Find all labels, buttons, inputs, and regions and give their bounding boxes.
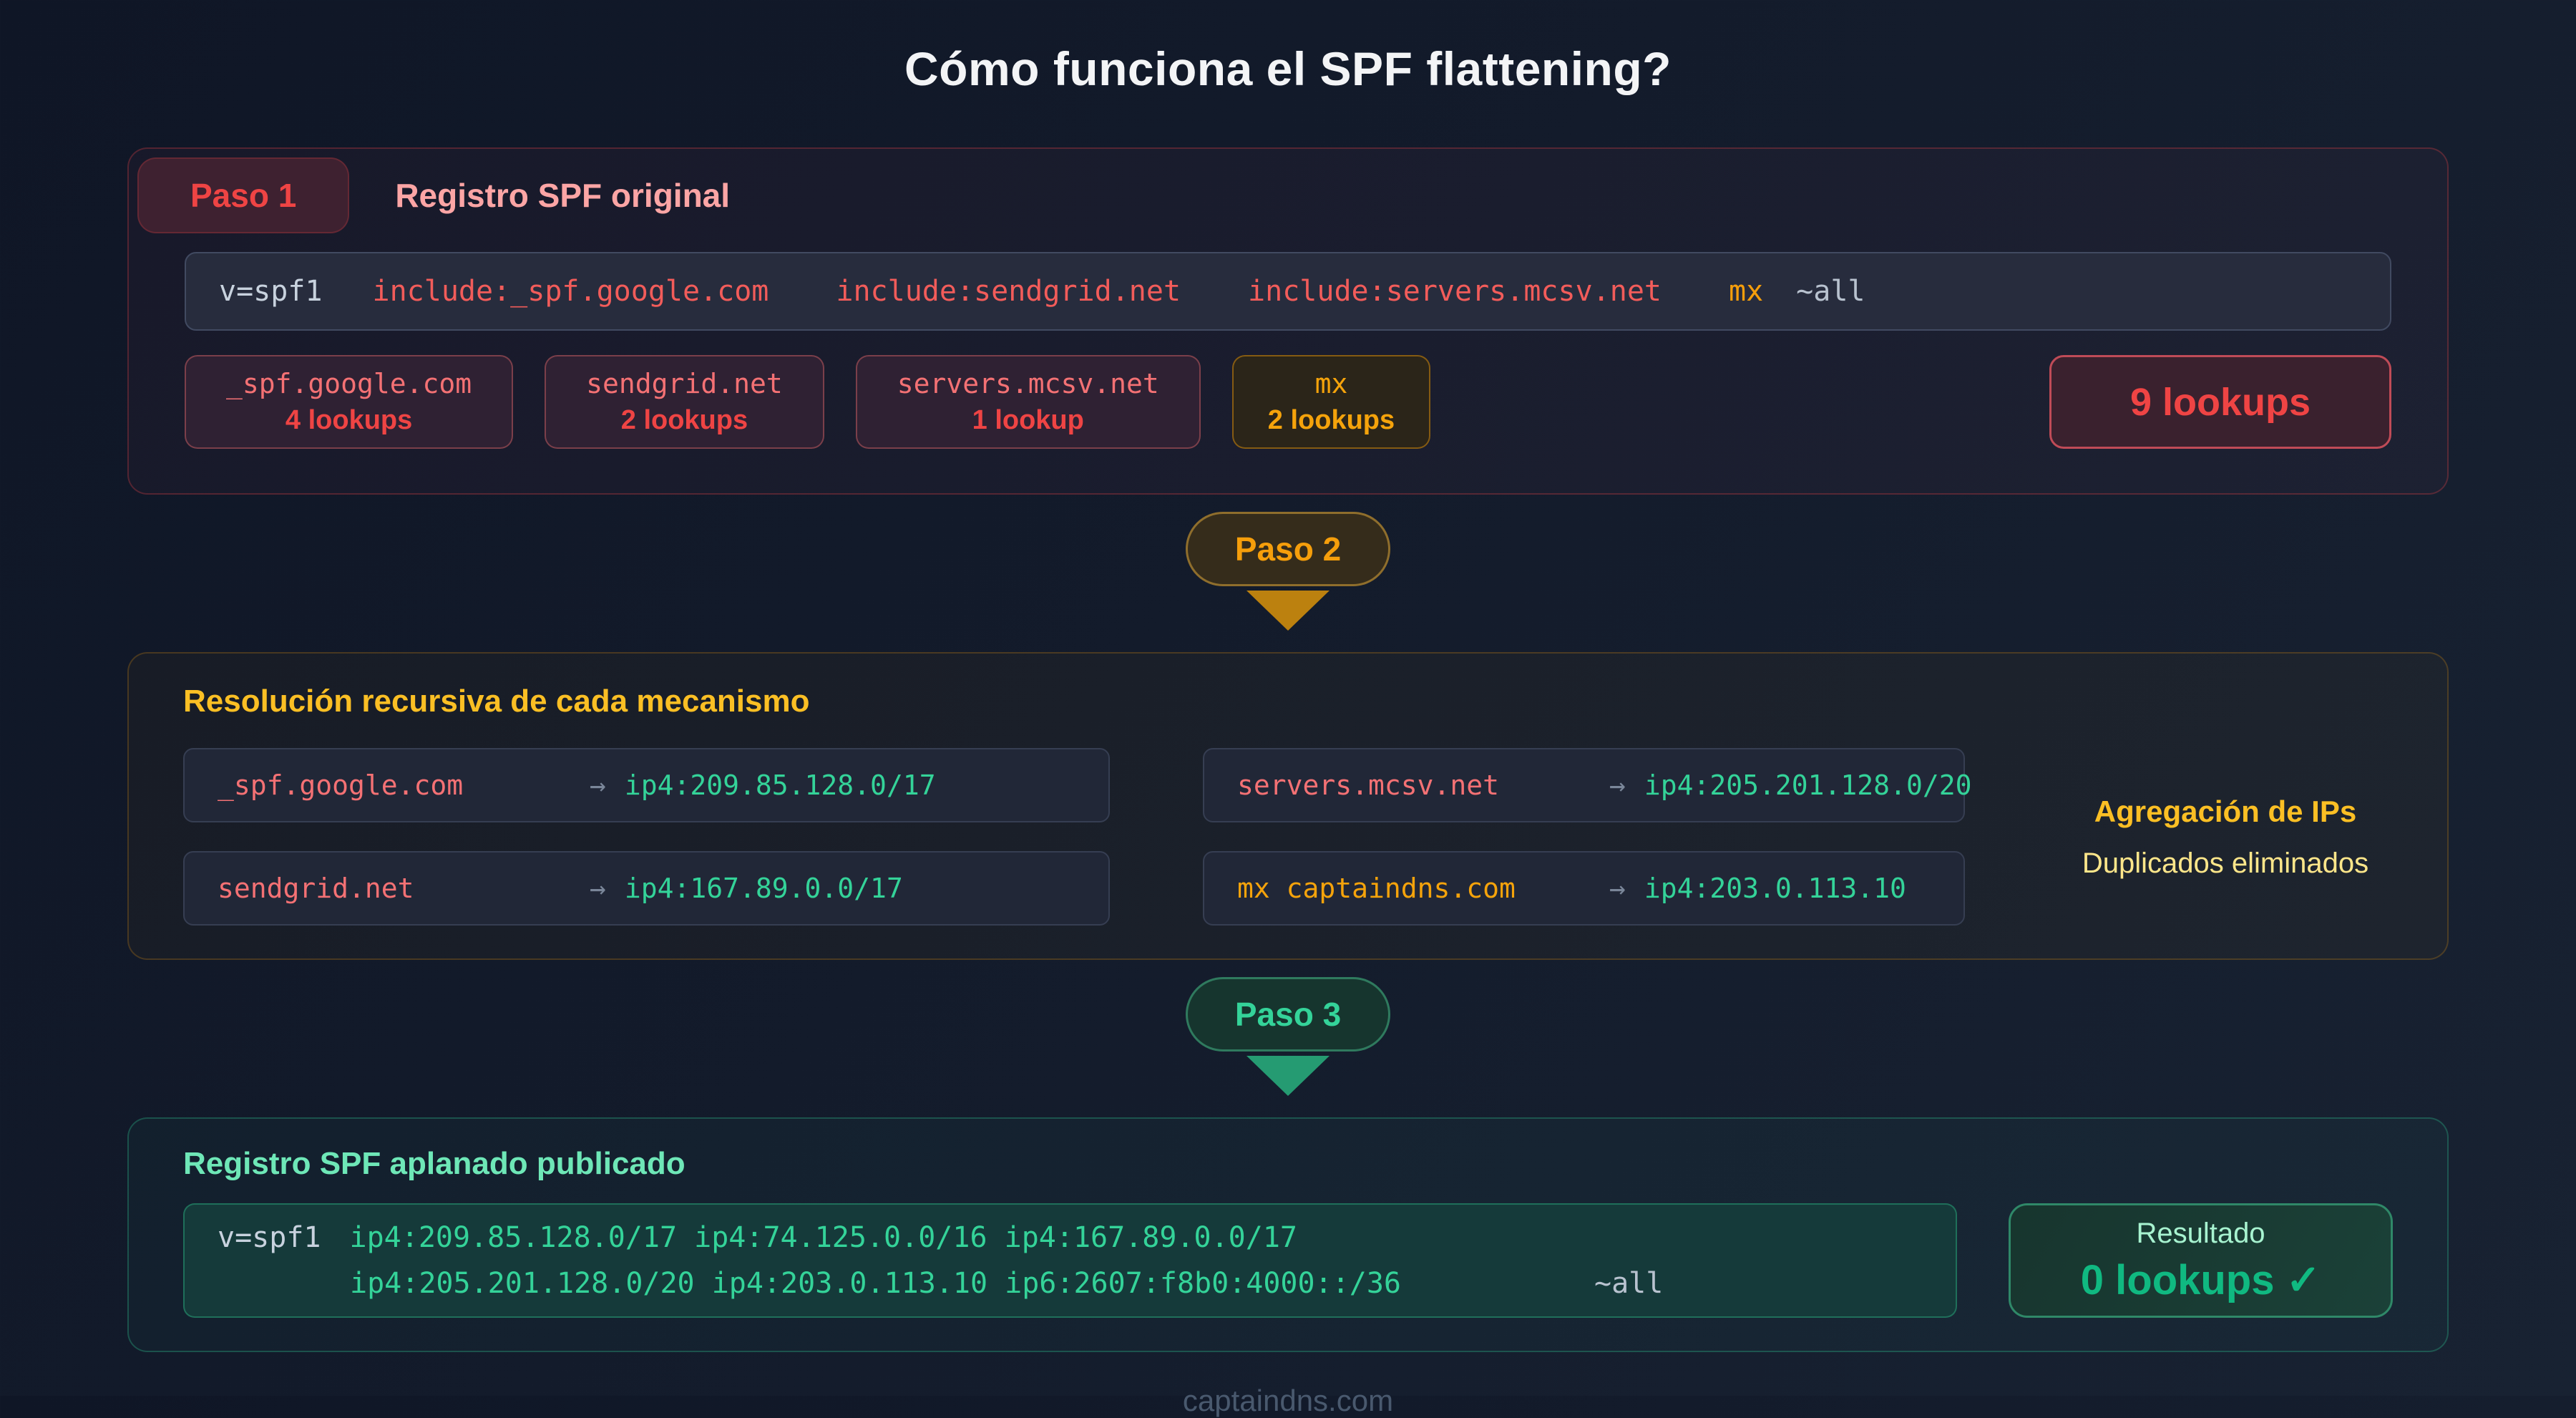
step2-panel: Resolución recursiva de cada mecanismo _… xyxy=(127,652,2449,960)
chip-count: 2 lookups xyxy=(586,405,783,436)
result-label: Resultado xyxy=(2136,1218,2265,1250)
step3-heading: Registro SPF aplanado publicado xyxy=(183,1146,2393,1182)
chip-domain: mx xyxy=(1268,368,1395,399)
content-wrap: Paso 1 Registro SPF original v=spf1 incl… xyxy=(127,147,2449,1418)
chip-count: 1 lookup xyxy=(897,405,1159,436)
chip-count: 2 lookups xyxy=(1268,405,1395,436)
chip-domain: sendgrid.net xyxy=(586,368,783,399)
mechanism-label: _spf.google.com xyxy=(218,769,590,801)
flattened-record-line2: ip4:205.201.128.0/20 ip4:203.0.113.10 ip… xyxy=(218,1261,1923,1306)
arrow-right-icon: → xyxy=(1609,769,1626,801)
mechanism-label: sendgrid.net xyxy=(218,873,590,904)
resolution-row-google: _spf.google.com → ip4:209.85.128.0/17 xyxy=(183,748,1110,822)
step3-connector: Paso 3 xyxy=(127,977,2449,1096)
arrow-right-icon: → xyxy=(590,769,606,801)
original-spf-record: v=spf1 include:_spf.google.com include:s… xyxy=(185,252,2391,331)
step1-body: v=spf1 include:_spf.google.com include:s… xyxy=(129,233,2447,493)
spf-version-token: v=spf1 xyxy=(219,275,323,308)
resolved-ip: ip4:205.201.128.0/20 xyxy=(1644,769,1972,801)
arrow-down-triangle-amber xyxy=(1246,591,1330,631)
arrow-right-icon: → xyxy=(590,873,606,904)
flattened-spf-record: v=spf1 ip4:209.85.128.0/17 ip4:74.125.0.0… xyxy=(183,1203,1957,1318)
result-box: Resultado 0 lookups ✓ xyxy=(2009,1203,2393,1318)
aggregation-note: Agregación de IPs Duplicados eliminados xyxy=(2058,795,2393,880)
aggregation-title: Agregación de IPs xyxy=(2058,795,2393,829)
resolution-grid: _spf.google.com → ip4:209.85.128.0/17 se… xyxy=(183,748,2393,926)
mechanism-label: servers.mcsv.net xyxy=(1237,769,1609,801)
step1-panel: Paso 1 Registro SPF original v=spf1 incl… xyxy=(127,147,2449,495)
flattened-ips-line2: ip4:205.201.128.0/20 ip4:203.0.113.10 ip… xyxy=(350,1267,1401,1300)
mechanism-label: mx captaindns.com xyxy=(1237,873,1609,904)
step2-connector: Paso 2 xyxy=(127,512,2449,631)
chip-count: 4 lookups xyxy=(226,405,472,436)
arrow-right-icon: → xyxy=(1609,873,1626,904)
step3-row: v=spf1 ip4:209.85.128.0/17 ip4:74.125.0.0… xyxy=(183,1203,2393,1318)
spf-version-token: v=spf1 xyxy=(218,1221,321,1254)
step2-heading: Resolución recursiva de cada mecanismo xyxy=(183,684,2393,719)
include-token-mcsv: include:servers.mcsv.net xyxy=(1248,275,1662,308)
lookup-chips-row: _spf.google.com 4 lookups sendgrid.net 2… xyxy=(185,355,2391,449)
step2-badge: Paso 2 xyxy=(1186,512,1390,586)
step3-panel: Registro SPF aplanado publicado v=spf1 ip… xyxy=(127,1117,2449,1352)
arrow-down-triangle-green xyxy=(1246,1056,1330,1096)
page-title: Cómo funciona el SPF flattening? xyxy=(0,0,2576,96)
resolved-ip: ip4:167.89.0.0/17 xyxy=(625,873,903,904)
lookup-chip-mcsv: servers.mcsv.net 1 lookup xyxy=(856,355,1201,449)
include-token-sendgrid: include:sendgrid.net xyxy=(836,275,1181,308)
resolution-row-mx: mx captaindns.com → ip4:203.0.113.10 xyxy=(1203,851,1965,926)
mx-token: mx xyxy=(1729,275,1763,308)
total-lookups-badge: 9 lookups xyxy=(2049,355,2391,449)
resolved-ip: ip4:203.0.113.10 xyxy=(1644,873,1906,904)
step3-badge: Paso 3 xyxy=(1186,977,1390,1052)
resolved-ip: ip4:209.85.128.0/17 xyxy=(625,769,936,801)
flattened-record-line1: v=spf1 ip4:209.85.128.0/17 ip4:74.125.0.0… xyxy=(218,1215,1923,1261)
resolution-row-mcsv: servers.mcsv.net → ip4:205.201.128.0/20 xyxy=(1203,748,1965,822)
aggregation-subtitle: Duplicados eliminados xyxy=(2058,848,2393,880)
lookup-chip-sendgrid: sendgrid.net 2 lookups xyxy=(545,355,824,449)
all-token: ~all xyxy=(1594,1267,1663,1300)
step1-badge-label: Paso 1 xyxy=(190,177,296,214)
step1-badge: Paso 1 xyxy=(137,157,349,233)
infographic-canvas: Cómo funciona el SPF flattening? Paso 1 … xyxy=(0,0,2576,1396)
resolution-row-sendgrid: sendgrid.net → ip4:167.89.0.0/17 xyxy=(183,851,1110,926)
step1-header: Paso 1 Registro SPF original xyxy=(129,149,2447,233)
chip-domain: _spf.google.com xyxy=(226,368,472,399)
flattened-ips-line1: ip4:209.85.128.0/17 ip4:74.125.0.0/16 ip… xyxy=(350,1221,1298,1254)
step1-heading: Registro SPF original xyxy=(395,176,730,215)
lookup-chip-mx: mx 2 lookups xyxy=(1232,355,1430,449)
footer-brand: captaindns.com xyxy=(127,1384,2449,1418)
all-token: ~all xyxy=(1796,275,1865,308)
lookup-chip-google: _spf.google.com 4 lookups xyxy=(185,355,513,449)
chip-domain: servers.mcsv.net xyxy=(897,368,1159,399)
result-value: 0 lookups ✓ xyxy=(2081,1256,2321,1304)
include-token-google: include:_spf.google.com xyxy=(373,275,769,308)
